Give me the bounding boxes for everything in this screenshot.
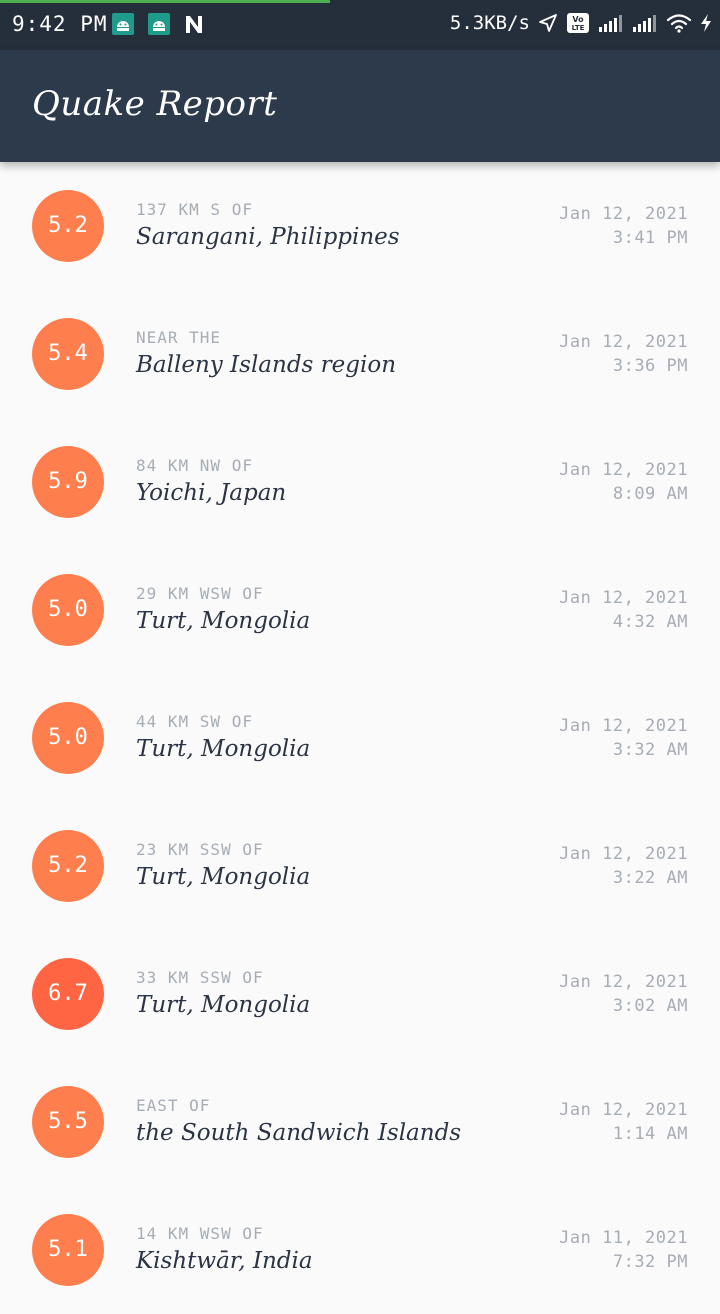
- earthquake-list-item[interactable]: 5.2 137 KM S OF Sarangani, Philippines Jan …: [0, 162, 720, 290]
- quake-date: Jan 12, 2021: [559, 332, 688, 352]
- location-offset: 84 KM NW OF: [136, 456, 253, 475]
- magnitude-circle: 5.2: [32, 190, 104, 262]
- quake-time: 1:14 AM: [612, 1124, 688, 1144]
- status-indicators: 5.3KB/s Vo LTE: [450, 12, 712, 34]
- earthquake-list-item[interactable]: 5.9 84 KM NW OF Yoichi, Japan Jan 12, 2021 8…: [0, 418, 720, 546]
- primary-location: Yoichi, Japan: [136, 480, 287, 506]
- app-title: Quake Report: [32, 84, 278, 124]
- earthquake-list-item[interactable]: 6.7 33 KM SSW OF Turt, Mongolia Jan 12, 202…: [0, 930, 720, 1058]
- magnitude-circle: 5.0: [32, 702, 104, 774]
- primary-location: the South Sandwich Islands: [136, 1120, 462, 1146]
- quake-date: Jan 12, 2021: [559, 844, 688, 864]
- primary-location: Turt, Mongolia: [136, 736, 311, 762]
- location-offset: NEAR THE: [136, 328, 222, 347]
- signal-strength-icon: [599, 15, 622, 32]
- magnitude-circle: 6.7: [32, 958, 104, 1030]
- magnitude-circle: 5.5: [32, 1086, 104, 1158]
- primary-location: Balleny Islands region: [136, 352, 397, 378]
- quake-time: 3:32 AM: [612, 740, 688, 760]
- quake-date: Jan 12, 2021: [559, 1100, 688, 1120]
- android-icon: [148, 13, 170, 35]
- quake-time: 4:32 AM: [612, 612, 688, 632]
- magnitude-circle: 5.1: [32, 1214, 104, 1286]
- magnitude-circle: 5.4: [32, 318, 104, 390]
- primary-location: Kishtwār, India: [136, 1248, 313, 1274]
- location-arrow-icon: [539, 14, 557, 32]
- location-offset: EAST OF: [136, 1096, 211, 1115]
- quake-time: 7:32 PM: [612, 1252, 688, 1272]
- earthquake-list-item[interactable]: 5.0 44 KM SW OF Turt, Mongolia Jan 12, 2021…: [0, 674, 720, 802]
- earthquake-list-item[interactable]: 5.2 23 KM SSW OF Turt, Mongolia Jan 12, 202…: [0, 802, 720, 930]
- quake-time: 3:02 AM: [612, 996, 688, 1016]
- primary-location: Turt, Mongolia: [136, 992, 311, 1018]
- location-offset: 137 KM S OF: [136, 200, 253, 219]
- earthquake-list[interactable]: 5.2 137 KM S OF Sarangani, Philippines Jan …: [0, 162, 720, 1314]
- magnitude-circle: 5.2: [32, 830, 104, 902]
- status-bar: 9:42 PM 5.3KB/s Vo LTE: [0, 0, 720, 50]
- charging-bolt-icon: [701, 14, 711, 32]
- svg-text:Vo: Vo: [572, 15, 584, 24]
- quake-time: 3:22 AM: [612, 868, 688, 888]
- quake-date: Jan 12, 2021: [559, 588, 688, 608]
- location-offset: 23 KM SSW OF: [136, 840, 264, 859]
- quake-date: Jan 12, 2021: [559, 972, 688, 992]
- quake-time: 3:41 PM: [612, 228, 688, 248]
- earthquake-list-item[interactable]: 5.0 29 KM WSW OF Turt, Mongolia Jan 12, 202…: [0, 546, 720, 674]
- magnitude-circle: 5.9: [32, 446, 104, 518]
- quake-time: 8:09 AM: [612, 484, 688, 504]
- n-icon: [186, 16, 202, 33]
- earthquake-list-item[interactable]: 5.1 14 KM WSW OF Kishtwār, India Jan 11, 20…: [0, 1186, 720, 1314]
- volte-icon: Vo LTE: [567, 13, 589, 33]
- signal-strength-icon: [633, 15, 656, 32]
- primary-location: Sarangani, Philippines: [136, 224, 400, 250]
- quake-date: Jan 12, 2021: [559, 716, 688, 736]
- wifi-icon: [666, 14, 692, 33]
- primary-location: Turt, Mongolia: [136, 608, 311, 634]
- earthquake-list-item[interactable]: 5.4 NEAR THE Balleny Islands region Jan 12,…: [0, 290, 720, 418]
- network-speed: 5.3KB/s: [449, 12, 530, 34]
- location-offset: 14 KM WSW OF: [136, 1224, 264, 1243]
- magnitude-circle: 5.0: [32, 574, 104, 646]
- download-progress-bar: [0, 0, 330, 3]
- quake-date: Jan 11, 2021: [559, 1228, 688, 1248]
- quake-date: Jan 12, 2021: [559, 204, 688, 224]
- svg-text:LTE: LTE: [572, 24, 585, 32]
- location-offset: 33 KM SSW OF: [136, 968, 264, 987]
- app-bar: Quake Report: [0, 50, 720, 162]
- location-offset: 44 KM SW OF: [136, 712, 253, 731]
- primary-location: Turt, Mongolia: [136, 864, 311, 890]
- status-time: 9:42 PM: [12, 12, 108, 36]
- earthquake-list-item[interactable]: 5.5 EAST OF the South Sandwich Islands Jan …: [0, 1058, 720, 1186]
- location-offset: 29 KM WSW OF: [136, 584, 264, 603]
- android-icon: [112, 13, 134, 35]
- quake-time: 3:36 PM: [612, 356, 688, 376]
- quake-date: Jan 12, 2021: [559, 460, 688, 480]
